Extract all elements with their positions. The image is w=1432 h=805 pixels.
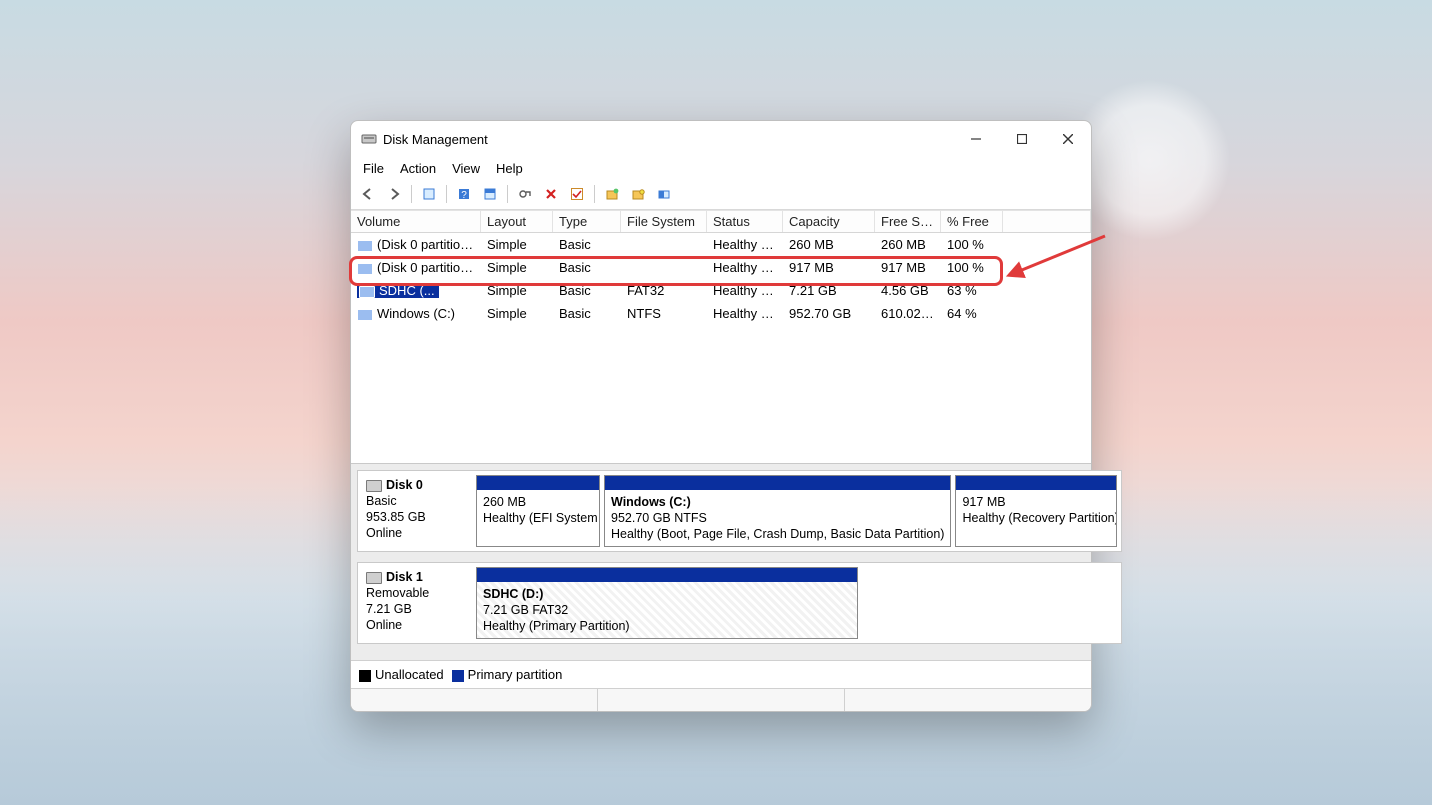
app-icon	[361, 131, 377, 147]
disk-partitions: SDHC (D:)7.21 GB FAT32Healthy (Primary P…	[476, 563, 1121, 643]
partition[interactable]: Windows (C:)952.70 GB NTFSHealthy (Boot,…	[604, 475, 951, 547]
partition[interactable]: 917 MBHealthy (Recovery Partition)	[955, 475, 1117, 547]
toolbar-separator	[594, 185, 595, 203]
partition[interactable]: 260 MBHealthy (EFI System P	[476, 475, 600, 547]
extend-icon[interactable]	[653, 183, 675, 205]
drive-icon	[357, 263, 373, 275]
check-icon[interactable]	[566, 183, 588, 205]
security-icon[interactable]	[627, 183, 649, 205]
drive-icon	[359, 286, 375, 298]
delete-icon[interactable]	[540, 183, 562, 205]
back-icon[interactable]	[357, 183, 379, 205]
drive-icon	[357, 240, 373, 252]
volume-row[interactable]: (Disk 0 partition 1)SimpleBasicHealthy (…	[351, 233, 1091, 256]
toolbar-separator	[507, 185, 508, 203]
graphical-view: Disk 0Basic953.85 GBOnline260 MBHealthy …	[351, 464, 1091, 660]
col-free-space[interactable]: Free Sp...	[875, 211, 941, 232]
disk-icon	[366, 480, 382, 492]
volume-list-body[interactable]: (Disk 0 partition 1)SimpleBasicHealthy (…	[351, 233, 1091, 463]
toolbar: ?	[351, 181, 1091, 210]
col-status[interactable]: Status	[707, 211, 783, 232]
menu-file[interactable]: File	[357, 159, 390, 178]
legend-unallocated: Unallocated	[359, 667, 444, 682]
close-button[interactable]	[1045, 123, 1091, 155]
new-folder-icon[interactable]	[601, 183, 623, 205]
statusbar	[351, 688, 1091, 711]
col-capacity[interactable]: Capacity	[783, 211, 875, 232]
col-filesystem[interactable]: File System	[621, 211, 707, 232]
disk-info: Disk 1Removable7.21 GBOnline	[358, 563, 476, 643]
legend-primary: Primary partition	[452, 667, 563, 682]
volume-row[interactable]: (Disk 0 partition 4)SimpleBasicHealthy (…	[351, 256, 1091, 279]
toolbar-separator	[411, 185, 412, 203]
col-type[interactable]: Type	[553, 211, 621, 232]
disk-card[interactable]: Disk 1Removable7.21 GBOnlineSDHC (D:)7.2…	[357, 562, 1122, 644]
legend: Unallocated Primary partition	[351, 660, 1091, 688]
minimize-button[interactable]	[953, 123, 999, 155]
titlebar[interactable]: Disk Management	[351, 121, 1091, 157]
partition[interactable]: SDHC (D:)7.21 GB FAT32Healthy (Primary P…	[476, 567, 858, 639]
maximize-button[interactable]	[999, 123, 1045, 155]
window-title: Disk Management	[383, 132, 953, 147]
col-pct-free[interactable]: % Free	[941, 211, 1003, 232]
menu-help[interactable]: Help	[490, 159, 529, 178]
properties-icon[interactable]	[418, 183, 440, 205]
disk-info: Disk 0Basic953.85 GBOnline	[358, 471, 476, 551]
help-icon[interactable]: ?	[453, 183, 475, 205]
volume-row[interactable]: Windows (C:)SimpleBasicNTFSHealthy (B...…	[351, 302, 1091, 325]
col-blank[interactable]	[1003, 211, 1091, 232]
svg-text:?: ?	[461, 190, 467, 201]
disk-card[interactable]: Disk 0Basic953.85 GBOnline260 MBHealthy …	[357, 470, 1122, 552]
volume-row[interactable]: SDHC (...SimpleBasicFAT32Healthy (P...7.…	[351, 279, 1091, 302]
menu-action[interactable]: Action	[394, 159, 442, 178]
volume-list: Volume Layout Type File System Status Ca…	[351, 210, 1091, 464]
menubar: File Action View Help	[351, 157, 1091, 181]
col-volume[interactable]: Volume	[351, 211, 481, 232]
disk-partitions: 260 MBHealthy (EFI System PWindows (C:)9…	[476, 471, 1121, 551]
toolbar-separator	[446, 185, 447, 203]
drive-icon	[357, 309, 373, 321]
disk-management-window: Disk Management File Action View Help ? …	[350, 120, 1092, 712]
menu-view[interactable]: View	[446, 159, 486, 178]
forward-icon[interactable]	[383, 183, 405, 205]
refresh-icon[interactable]	[514, 183, 536, 205]
view-top-icon[interactable]	[479, 183, 501, 205]
disk-icon	[366, 572, 382, 584]
col-layout[interactable]: Layout	[481, 211, 553, 232]
volume-list-header[interactable]: Volume Layout Type File System Status Ca…	[351, 210, 1091, 233]
